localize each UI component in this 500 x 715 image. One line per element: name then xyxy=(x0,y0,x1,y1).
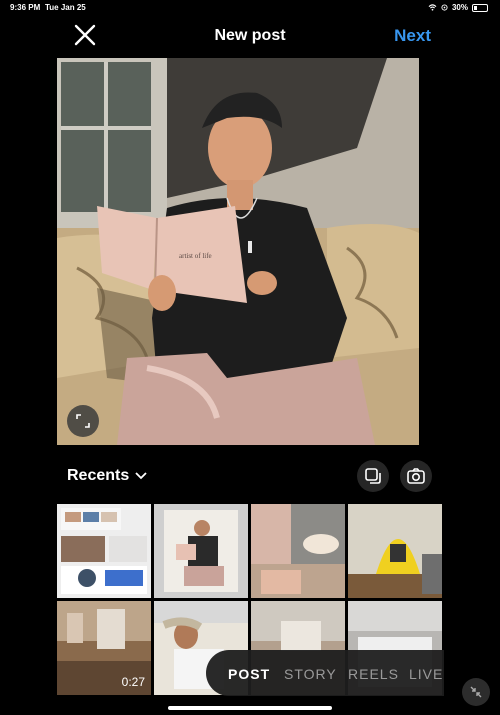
next-button[interactable]: Next xyxy=(394,26,431,46)
location-icon xyxy=(441,4,448,11)
camera-icon xyxy=(407,468,425,484)
preview-image: artist of life xyxy=(57,58,419,445)
thumbnail-4[interactable] xyxy=(348,504,442,598)
wifi-icon xyxy=(428,4,437,11)
mode-reels[interactable]: REELS xyxy=(348,666,399,682)
minimize-icon xyxy=(470,686,482,698)
thumbnail-2[interactable] xyxy=(154,504,248,598)
multi-select-icon xyxy=(365,468,381,484)
status-time: 9:36 PM xyxy=(10,3,41,12)
thumbnail-1[interactable] xyxy=(57,504,151,598)
status-date: Tue Jan 25 xyxy=(45,3,86,12)
status-right: 30% xyxy=(428,3,488,12)
minimize-button[interactable] xyxy=(462,678,490,706)
multi-select-button[interactable] xyxy=(357,460,389,492)
thumbnail-3[interactable] xyxy=(251,504,345,598)
thumbnail-5[interactable]: 0:27 xyxy=(57,601,151,695)
photo-preview[interactable]: artist of life xyxy=(57,58,419,445)
book-title: artist of life xyxy=(179,252,212,260)
chevron-down-icon xyxy=(135,472,147,480)
mode-live[interactable]: LIVE xyxy=(409,666,443,682)
status-bar: 9:36 PM Tue Jan 25 30% xyxy=(0,0,500,16)
mode-post[interactable]: POST xyxy=(228,666,270,682)
top-bar: New post Next xyxy=(0,18,500,54)
battery-percent: 30% xyxy=(451,3,468,12)
video-duration: 0:27 xyxy=(121,675,145,689)
battery-icon xyxy=(472,3,488,12)
album-label: Recents xyxy=(67,467,130,484)
gallery-header: Recents xyxy=(0,458,500,494)
camera-button[interactable] xyxy=(400,460,432,492)
mode-selector: POST STORY REELS LIVE xyxy=(206,650,444,696)
mode-story[interactable]: STORY xyxy=(284,666,337,682)
expand-icon xyxy=(76,414,90,428)
expand-button[interactable] xyxy=(67,405,99,437)
home-indicator xyxy=(168,706,332,710)
album-selector[interactable]: Recents xyxy=(67,467,147,485)
